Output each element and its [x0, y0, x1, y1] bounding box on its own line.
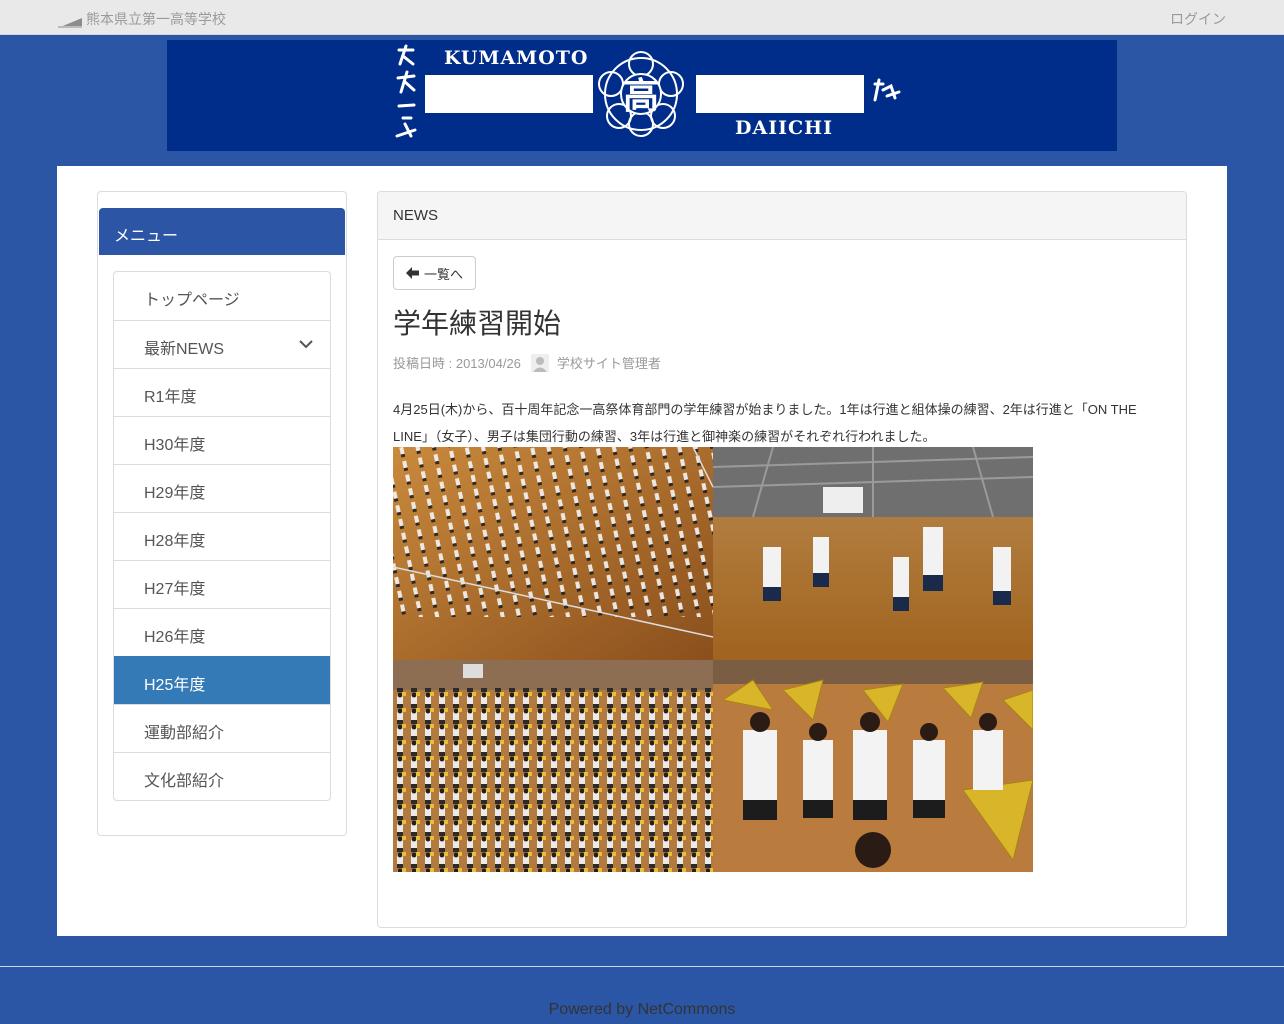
menu-item-label: 文化部紹介	[144, 773, 225, 790]
menu-item-h30[interactable]: H30年度	[114, 416, 330, 464]
back-button-label: 一覧へ	[424, 266, 464, 282]
photo-fan-group	[393, 660, 713, 872]
avatar-icon	[530, 353, 549, 372]
crest-char: 高	[623, 75, 659, 117]
chevron-down-icon[interactable]	[298, 336, 314, 352]
menu-item-top-page[interactable]: トップページ	[114, 272, 330, 320]
article-title: 学年練習開始	[393, 308, 562, 339]
menu-item-label: H25年度	[144, 677, 206, 694]
banner-text-bottom: DAIICHI	[735, 117, 833, 139]
menu-item-h29[interactable]: H29年度	[114, 464, 330, 512]
menu-item-label: トップページ	[144, 292, 240, 309]
main-container: メニュー トップページ 最新NEWS R1年度 H30年度 H29年度 H28年…	[57, 166, 1227, 936]
article-body: 4月25日(木)から、百十周年記念一高祭体育部門の学年練習が始まりました。1年は…	[393, 402, 1137, 444]
photo-gold-fans	[713, 660, 1033, 872]
menu-item-label: R1年度	[144, 389, 197, 406]
menu-item-culture-clubs[interactable]: 文化部紹介	[114, 752, 330, 800]
menu-item-label: H29年度	[144, 485, 206, 502]
header-banner[interactable]: 高 KUMAMOTO DAIICHI	[167, 40, 1117, 151]
footer-divider	[0, 966, 1284, 967]
menu-item-r1[interactable]: R1年度	[114, 368, 330, 416]
login-link[interactable]: ログイン	[1170, 9, 1226, 29]
posted-date: 投稿日時 : 2013/04/26	[393, 356, 521, 371]
author-name[interactable]: 学校サイト管理者	[557, 353, 661, 372]
menu-item-h27[interactable]: H27年度	[114, 560, 330, 608]
menu-title: メニュー	[99, 208, 345, 255]
photo-gym-practice	[713, 447, 1033, 660]
calligraphy-left-icon	[395, 44, 417, 138]
article-meta: 投稿日時 : 2013/04/26 学校サイト管理者	[393, 353, 661, 372]
menu-panel: メニュー トップページ 最新NEWS R1年度 H30年度 H29年度 H28年…	[97, 191, 347, 836]
article-photo	[393, 447, 1033, 872]
news-panel: NEWS 一覧へ 学年練習開始 投稿日時 : 2013/04/26 学校サイト管…	[377, 191, 1187, 928]
site-home-link[interactable]: 熊本県立第一高等学校	[58, 9, 226, 29]
menu-item-label: 運動部紹介	[144, 725, 225, 742]
menu-item-latest-news[interactable]: 最新NEWS	[114, 320, 330, 368]
menu-item-label: 最新NEWS	[144, 341, 225, 358]
menu-list: トップページ 最新NEWS R1年度 H30年度 H29年度 H28年度 H27…	[113, 271, 331, 801]
banner-text-top: KUMAMOTO	[444, 47, 589, 69]
news-header: NEWS	[378, 192, 1186, 240]
menu-item-sports-clubs[interactable]: 運動部紹介	[114, 704, 330, 752]
menu-item-h26[interactable]: H26年度	[114, 608, 330, 656]
menu-item-label: H30年度	[144, 437, 206, 454]
menu-item-h25[interactable]: H25年度	[114, 656, 330, 704]
banner-artwork: 高	[395, 44, 901, 138]
menu-item-h28[interactable]: H28年度	[114, 512, 330, 560]
top-bar: 熊本県立第一高等学校 ログイン	[0, 0, 1284, 35]
menu-item-label: H28年度	[144, 533, 206, 550]
back-to-list-button[interactable]: 一覧へ	[393, 256, 477, 290]
footer-powered-by[interactable]: Powered by NetCommons	[0, 1001, 1284, 1019]
photo-gym-formation	[393, 447, 713, 660]
site-name: 熊本県立第一高等学校	[86, 11, 226, 27]
menu-item-label: H27年度	[144, 581, 206, 598]
menu-item-label: H26年度	[144, 629, 206, 646]
site-logo-icon	[58, 18, 82, 28]
arrow-left-icon	[406, 267, 419, 279]
calligraphy-right-icon	[873, 78, 901, 102]
